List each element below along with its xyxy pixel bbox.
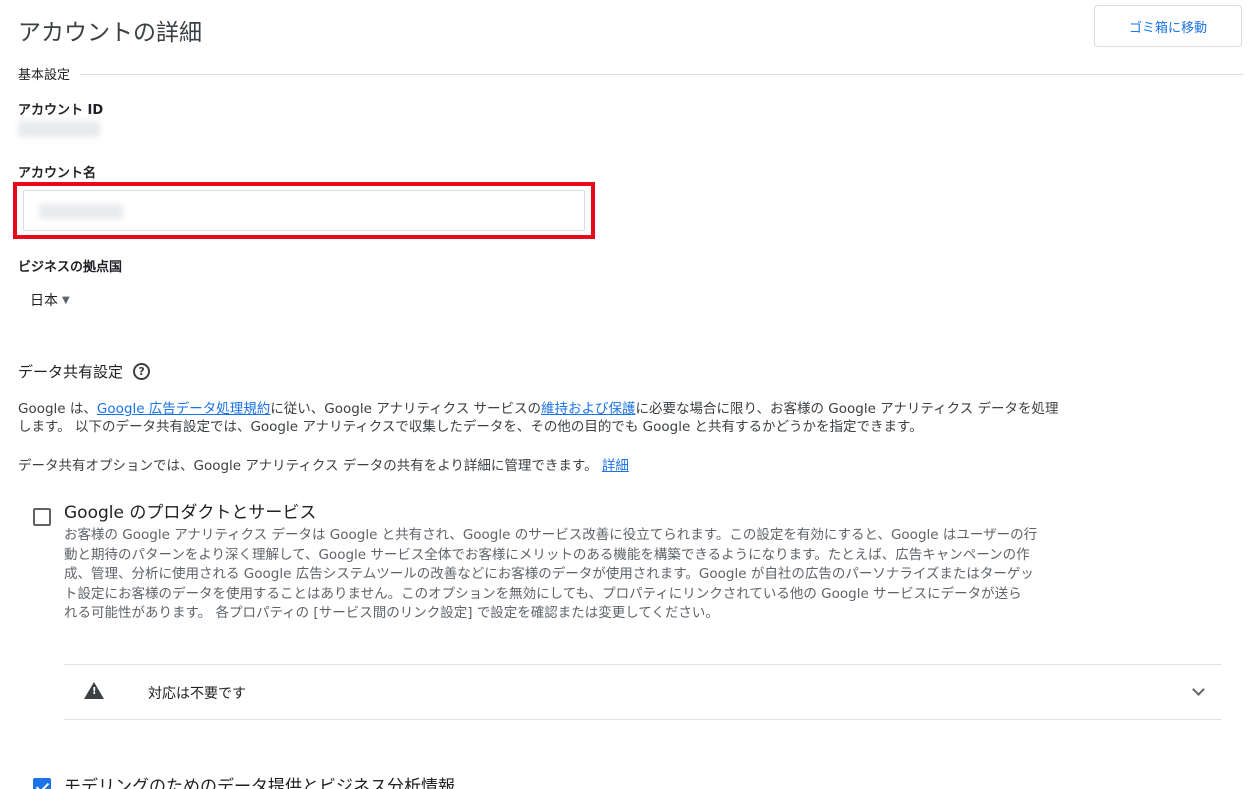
products-services-checkbox[interactable] [33, 508, 51, 526]
help-icon[interactable]: ? [133, 363, 151, 380]
ads-data-terms-link[interactable]: Google 広告データ処理規約 [97, 401, 270, 417]
note-text: データ共有オプションでは、Google アナリティクス データの共有をより詳細に… [18, 458, 602, 474]
products-services-description: お客様の Google アナリティクス データは Google と共有され、Go… [64, 526, 1037, 624]
data-sharing-title: データ共有設定 ? [18, 361, 151, 382]
desc-text: Google は、 [18, 401, 97, 417]
chevron-down-icon[interactable] [1192, 683, 1205, 696]
desc-line: ト設定にお客様のデータを使用することはありません。このオプションを無効にしても、… [64, 585, 1022, 602]
country-value: 日本 [30, 293, 58, 309]
desc-line: れる可能性があります。 各プロパティの [サービス間のリンク設定] で設定を確認… [64, 605, 719, 622]
account-id-label: アカウント ID [18, 103, 104, 118]
country-select[interactable]: 日本 ▼ [30, 290, 70, 310]
account-name-value-redacted [39, 204, 123, 219]
desc-text: に従い、Google アナリティクス サービスの [270, 401, 542, 417]
warning-icon: ! [84, 682, 104, 699]
products-services-title: Google のプロダクトとサービス [64, 503, 317, 523]
sharing-description: Google は、Google 広告データ処理規約に従い、Google アナリテ… [18, 400, 1058, 436]
desc-line: 成、管理、分析に使用される Google 広告システムツールの改善などにお客様の… [64, 566, 1034, 583]
data-sharing-title-text: データ共有設定 [18, 363, 124, 381]
move-to-trash-button[interactable]: ゴミ箱に移動 [1094, 5, 1242, 47]
maintain-protect-link[interactable]: 維持および保護 [541, 401, 636, 417]
sharing-options-note: データ共有オプションでは、Google アナリティクス データの共有をより詳細に… [18, 457, 629, 475]
account-name-input[interactable] [23, 190, 585, 231]
account-id-value-redacted [18, 121, 100, 137]
highlight-frame [13, 182, 595, 239]
page-title: アカウントの詳細 [18, 20, 202, 46]
desc-text: に必要な場合に限り、お客様の Google アナリティクス データを処理 [635, 401, 1059, 417]
section-divider [80, 74, 1243, 75]
notice-expander[interactable]: ! 対応は不要です [64, 664, 1221, 720]
modeling-title: モデリングのためのデータ提供とビジネス分析情報 [64, 777, 455, 789]
notice-label: 対応は不要です [148, 686, 246, 702]
modeling-checkbox[interactable] [33, 778, 51, 789]
learn-more-link[interactable]: 詳細 [602, 458, 629, 474]
basic-settings-label: 基本設定 [18, 68, 71, 83]
basic-settings-header: 基本設定 [18, 64, 1243, 83]
dropdown-caret-icon: ▼ [62, 294, 70, 306]
account-name-label: アカウント名 [18, 166, 97, 181]
desc-line: 動と期待のパターンをより深く理解して、Google サービス全体でお客様にメリッ… [64, 546, 1030, 563]
sharing-description-line2: します。 以下のデータ共有設定では、Google アナリティクスで収集したデータ… [18, 419, 923, 435]
country-label: ビジネスの拠点国 [18, 260, 123, 275]
sharing-description-line1: Google は、Google 広告データ処理規約に従い、Google アナリテ… [18, 400, 1058, 418]
desc-line: お客様の Google アナリティクス データは Google と共有され、Go… [64, 527, 1038, 543]
